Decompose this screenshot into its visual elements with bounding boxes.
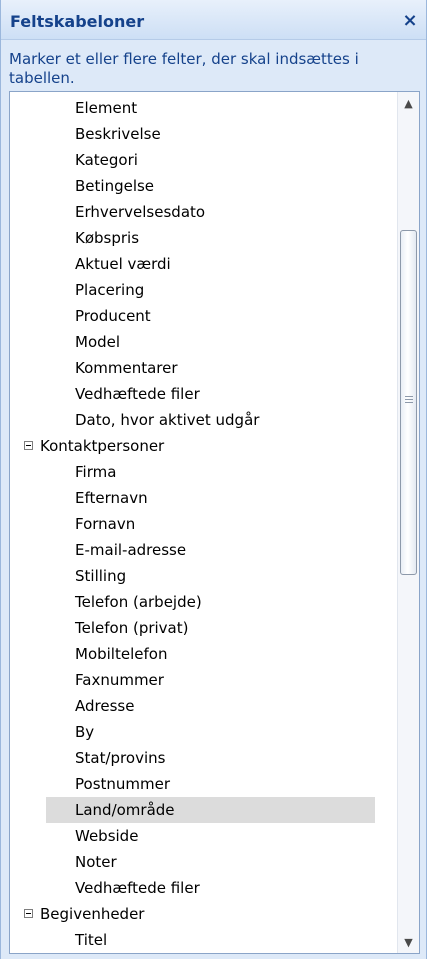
field-label: Vedhæftede filer [75,385,200,403]
scrollbar-grip-icon [405,396,413,403]
field-label: Efternavn [75,489,148,507]
field-item[interactable]: Betingelse [10,173,397,199]
field-item[interactable]: By [10,719,397,745]
field-item[interactable]: E-mail-adresse [10,537,397,563]
field-item[interactable]: Beskrivelse [10,121,397,147]
field-label: Vedhæftede filer [75,879,200,897]
field-label: Titel [75,931,108,949]
group-label: Begivenheder [40,905,145,923]
field-item[interactable]: Mobiltelefon [10,641,397,667]
field-item[interactable]: Starttidspunkt [10,953,397,954]
field-label: Element [75,99,138,117]
field-item[interactable]: Adresse [10,693,397,719]
field-item[interactable]: Erhvervelsesdato [10,199,397,225]
scrollbar-thumb[interactable] [400,230,417,575]
field-item[interactable]: Vedhæftede filer [10,381,397,407]
field-label: Placering [75,281,145,299]
field-item[interactable]: Dato, hvor aktivet udgår [10,407,397,433]
field-label: Beskrivelse [75,125,161,143]
field-label: Starttidspunkt [75,953,182,954]
field-label: Telefon (arbejde) [75,593,202,611]
instruction-text: Marker et eller flere felter, der skal i… [9,50,359,87]
collapse-minus-icon[interactable] [24,441,33,450]
pane-title-bar: Feltskabeloner × [1,0,426,40]
scroll-down-icon[interactable]: ▼ [398,931,419,953]
field-label: Postnummer [75,775,171,793]
field-label: Købspris [75,229,140,247]
field-label: Dato, hvor aktivet udgår [75,411,260,429]
field-item[interactable]: Kommentarer [10,355,397,381]
field-label: Kategori [75,151,138,169]
field-item[interactable]: Firma [10,459,397,485]
close-icon[interactable]: × [398,8,422,32]
field-item[interactable]: Telefon (arbejde) [10,589,397,615]
field-item[interactable]: Købspris [10,225,397,251]
field-item[interactable]: Titel [10,927,397,953]
field-item[interactable]: Producent [10,303,397,329]
collapse-minus-icon[interactable] [24,909,33,918]
field-label: Producent [75,307,151,325]
field-label: E-mail-adresse [75,541,187,559]
field-templates-pane: Feltskabeloner × Marker et eller flere f… [0,0,427,959]
field-label: Adresse [75,697,135,715]
field-item[interactable]: Model [10,329,397,355]
field-item[interactable]: Noter [10,849,397,875]
field-group-row[interactable]: Begivenheder [10,901,397,927]
field-item[interactable]: Telefon (privat) [10,615,397,641]
field-item[interactable]: Efternavn [10,485,397,511]
field-label: Land/område [75,801,175,819]
pane-title: Feltskabeloner [10,12,145,31]
vertical-scrollbar[interactable]: ▲ ▼ [397,92,419,953]
field-label: Betingelse [75,177,155,195]
field-item[interactable]: Webside [10,823,397,849]
field-item[interactable]: Stat/provins [10,745,397,771]
field-item[interactable]: Postnummer [10,771,397,797]
field-item[interactable]: Vedhæftede filer [10,875,397,901]
field-item[interactable]: Stilling [10,563,397,589]
field-label: Webside [75,827,139,845]
field-item[interactable]: Aktuel værdi [10,251,397,277]
field-list[interactable]: Element Beskrivelse Kategori Betingelse Erhv… [9,91,420,954]
field-label: Aktuel værdi [75,255,171,273]
field-label: Model [75,333,121,351]
field-item[interactable]: Placering [10,277,397,303]
field-label: Mobiltelefon [75,645,168,663]
field-label: Stat/provins [75,749,166,767]
field-label: Firma [75,463,117,481]
field-label: By [75,723,95,741]
field-item[interactable]: Fornavn [10,511,397,537]
field-label: Faxnummer [75,671,164,689]
field-item[interactable]: Faxnummer [10,667,397,693]
field-item[interactable]: Element [10,95,397,121]
field-label: Erhvervelsesdato [75,203,206,221]
field-item-selected[interactable]: Land/område [46,797,375,823]
group-label: Kontaktpersoner [40,437,165,455]
scroll-up-icon[interactable]: ▲ [398,92,419,114]
field-label: Telefon (privat) [75,619,189,637]
field-label: Fornavn [75,515,136,533]
field-item[interactable]: Kategori [10,147,397,173]
field-group-row[interactable]: Kontaktpersoner [10,433,397,459]
field-label: Kommentarer [75,359,178,377]
field-label: Noter [75,853,117,871]
field-label: Stilling [75,567,127,585]
